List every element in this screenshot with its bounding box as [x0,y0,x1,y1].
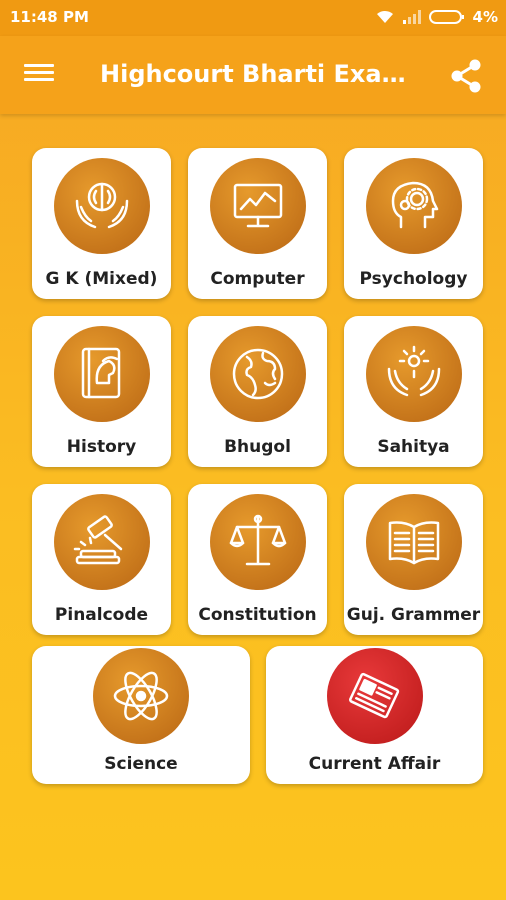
globe-icon [209,326,306,422]
menu-button[interactable] [24,60,54,88]
gavel-icon [53,494,150,590]
category-label: Sahitya [377,437,450,457]
category-card-guj-grammer[interactable]: Guj. Grammer [344,484,483,635]
wifi-icon [376,10,393,23]
newspaper-icon [326,648,423,744]
menu-icon-bar [24,78,54,81]
category-card-psychology[interactable]: Psychology [344,148,483,299]
category-card-gk-mixed[interactable]: G K (Mixed) [32,148,171,299]
category-label: Current Affair [308,754,441,774]
open-book-icon [365,494,462,590]
category-label: Science [104,754,178,774]
atom-icon [93,648,189,744]
status-time: 11:48 PM [10,8,89,26]
head-gears-icon [365,158,462,254]
monitor-chart-icon [209,158,306,254]
category-label: Computer [210,269,305,289]
category-label: Psychology [359,269,468,289]
category-card-sahitya[interactable]: Sahitya [344,316,483,467]
category-card-history[interactable]: History [32,316,171,467]
category-label: Bhugol [224,437,291,457]
category-card-computer[interactable]: Computer [188,148,327,299]
history-book-icon [53,326,150,422]
hands-flower-icon [365,326,462,422]
category-label: G K (Mixed) [45,269,158,289]
brain-hands-icon [53,158,150,254]
signal-icon [402,10,421,24]
category-label: Pinalcode [54,605,149,625]
scales-icon [209,494,306,590]
app-title: Highcourt Bharti Exam... [100,60,412,88]
battery-percent: 4% [472,8,498,26]
share-button[interactable] [448,58,484,94]
category-label: History [66,437,137,457]
battery-icon [428,10,464,24]
category-card-pinalcode[interactable]: Pinalcode [32,484,171,635]
category-card-constitution[interactable]: Constitution [188,484,327,635]
category-card-current-affair[interactable]: Current Affair [266,646,483,784]
category-card-science[interactable]: Science [32,646,250,784]
status-bar: 11:48 PM 4% [0,0,506,36]
menu-icon-bar [24,64,54,67]
status-icons: 4% [375,8,498,26]
category-label: Guj. Grammer [346,605,481,625]
app-bar: Highcourt Bharti Exam... [0,36,506,114]
category-label: Constitution [198,605,317,625]
menu-icon-bar [24,71,54,74]
share-icon [451,59,481,93]
category-card-bhugol[interactable]: Bhugol [188,316,327,467]
